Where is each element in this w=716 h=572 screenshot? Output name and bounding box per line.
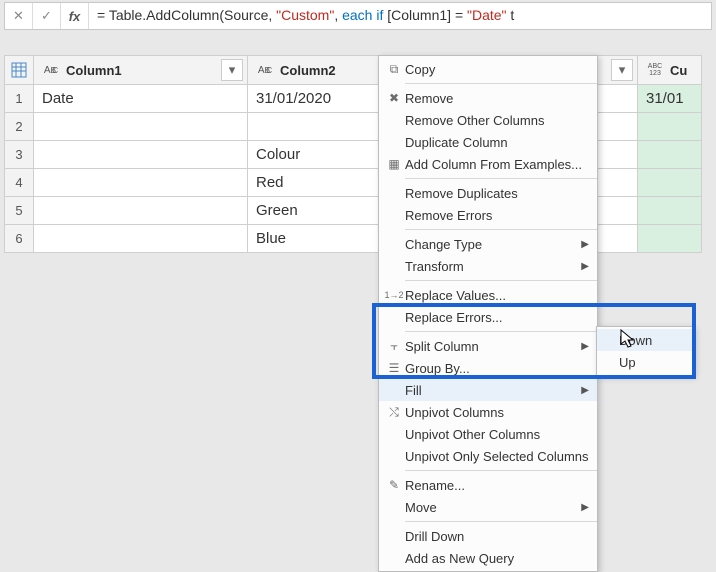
cell-col1[interactable] [34,169,248,197]
formula-rest: [Column1] = [383,7,467,23]
type-icon-text: ABC [40,61,62,79]
remove-icon: ✖ [383,91,405,105]
column-header-3[interactable]: ABC123 Cu [638,55,702,85]
cell-col1[interactable] [34,113,248,141]
formula-tail: t [507,7,515,23]
menu-copy[interactable]: ⧉Copy [379,58,597,80]
cancel-formula-button[interactable]: ✕ [5,3,33,29]
column-header-1[interactable]: ABC Column1 ▾ [34,55,248,85]
table-row: 6Blue [4,225,712,253]
menu-unpivot[interactable]: ⤭Unpivot Columns [379,401,597,423]
formula-eq: = [97,7,109,23]
row-index[interactable]: 5 [4,197,34,225]
row-index[interactable]: 2 [4,113,34,141]
accept-formula-button[interactable]: ✓ [33,3,61,29]
menu-separator [405,470,597,471]
menu-remove-other[interactable]: Remove Other Columns [379,109,597,131]
row-index[interactable]: 6 [4,225,34,253]
table-row: 1Date31/01/202031/01 [4,85,712,113]
submenu-down[interactable]: Down [597,329,693,351]
filter-dropdown-1[interactable]: ▾ [221,59,243,81]
cell-col3[interactable] [638,113,702,141]
chevron-right-icon: ▶ [581,261,589,272]
copy-icon: ⧉ [383,62,405,77]
menu-remove[interactable]: ✖Remove [379,87,597,109]
cell-col1[interactable]: Date [34,85,248,113]
unpivot-icon: ⤭ [383,405,405,420]
chevron-right-icon: ▶ [581,341,589,352]
menu-move[interactable]: Move▶ [379,496,597,518]
menu-group-by[interactable]: ☰Group By... [379,357,597,379]
table-row: 2 [4,113,712,141]
type-icon-any: ABC123 [644,61,666,79]
chevron-right-icon: ▶ [581,385,589,396]
menu-unpivot-other[interactable]: Unpivot Other Columns [379,423,597,445]
row-index[interactable]: 1 [4,85,34,113]
chevron-right-icon: ▶ [581,502,589,513]
cell-col3[interactable] [638,225,702,253]
cell-col3[interactable] [638,197,702,225]
menu-transform[interactable]: Transform▶ [379,255,597,277]
menu-add-as-query[interactable]: Add as New Query [379,547,597,569]
menu-add-from-examples[interactable]: ▦Add Column From Examples... [379,153,597,175]
menu-remove-errors[interactable]: Remove Errors [379,204,597,226]
cell-col1[interactable] [34,225,248,253]
type-icon-text: ABC [254,61,276,79]
examples-icon: ▦ [383,157,405,171]
menu-separator [405,521,597,522]
formula-bar: ✕ ✓ fx = Table.AddColumn(Source, "Custom… [4,2,712,30]
data-grid: ABC Column1 ▾ ABC Column2 ▾ ABC123 Cu 1D… [4,55,712,253]
menu-separator [405,280,597,281]
menu-drill-down[interactable]: Drill Down [379,525,597,547]
menu-separator [405,178,597,179]
formula-str1: "Custom" [276,7,334,23]
table-icon[interactable] [4,55,34,85]
table-row: 3Colour [4,141,712,169]
replace-icon: 1→2 [383,290,405,300]
formula-mid: , [334,7,342,23]
group-icon: ☰ [383,361,405,375]
cell-col3[interactable] [638,141,702,169]
table-row: 5Green [4,197,712,225]
context-menu: ⧉Copy ✖Remove Remove Other Columns Dupli… [378,55,598,572]
formula-input[interactable]: = Table.AddColumn(Source, "Custom", each… [89,7,711,25]
column-name-1: Column1 [66,63,247,78]
cell-col3[interactable]: 31/01 [638,85,702,113]
column-name-3: Cu [670,63,701,78]
filter-dropdown-2[interactable]: ▾ [611,59,633,81]
menu-split-column[interactable]: ⫟Split Column▶ [379,335,597,357]
formula-fn: Table.AddColumn [109,7,220,23]
menu-unpivot-selected[interactable]: Unpivot Only Selected Columns [379,445,597,467]
header-row: ABC Column1 ▾ ABC Column2 ▾ ABC123 Cu [4,55,712,85]
row-index[interactable]: 4 [4,169,34,197]
formula-str2: "Date" [467,7,507,23]
submenu-up[interactable]: Up [597,351,693,373]
menu-replace-values[interactable]: 1→2Replace Values... [379,284,597,306]
chevron-right-icon: ▶ [581,239,589,250]
table-row: 4Red [4,169,712,197]
cell-col1[interactable] [34,197,248,225]
menu-separator [405,229,597,230]
menu-separator [405,331,597,332]
cell-col1[interactable] [34,141,248,169]
menu-duplicate[interactable]: Duplicate Column [379,131,597,153]
cell-col3[interactable] [638,169,702,197]
split-icon: ⫟ [383,339,405,354]
row-index[interactable]: 3 [4,141,34,169]
formula-each: each [342,7,372,23]
fx-button[interactable]: fx [61,3,89,29]
menu-replace-errors[interactable]: Replace Errors... [379,306,597,328]
rename-icon: ✎ [383,478,405,492]
menu-change-type[interactable]: Change Type▶ [379,233,597,255]
menu-fill[interactable]: Fill▶ [379,379,597,401]
fill-submenu: Down Up [596,326,694,376]
formula-open: (Source, [219,7,276,23]
menu-rename[interactable]: ✎Rename... [379,474,597,496]
menu-separator [405,83,597,84]
menu-remove-dupes[interactable]: Remove Duplicates [379,182,597,204]
